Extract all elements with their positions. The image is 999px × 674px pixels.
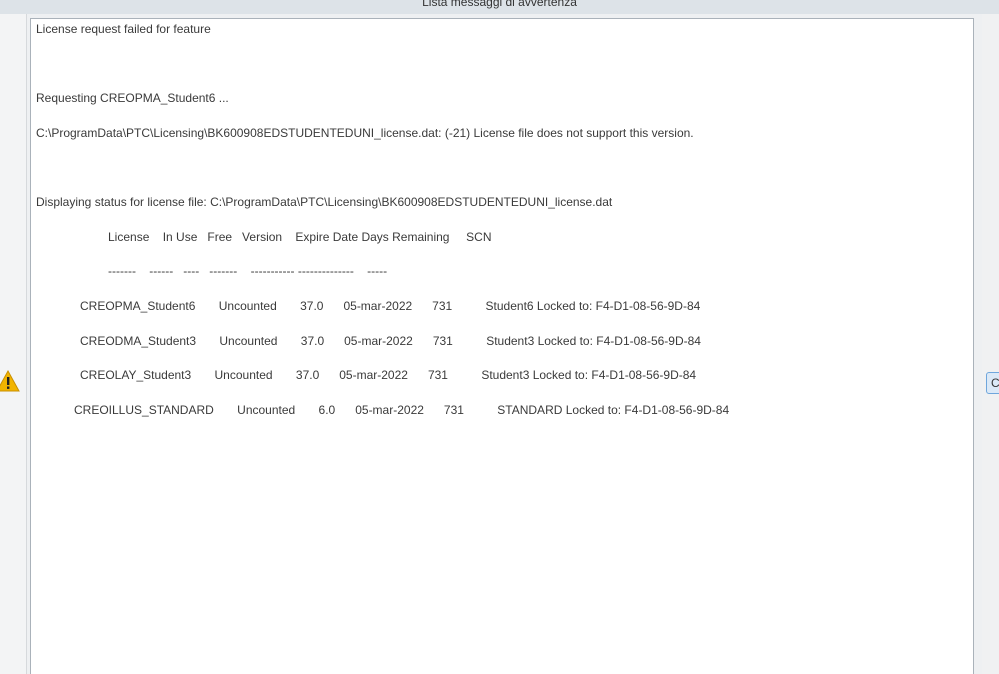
right-gutter: [982, 14, 999, 674]
message-line: License request failed for feature: [36, 22, 211, 36]
license-row: CREODMA_Student3 Uncounted 37.0 05-mar-2…: [80, 334, 701, 348]
status-table-header: License In Use Free Version Expire Date …: [108, 230, 492, 244]
message-line: C:\ProgramData\PTC\Licensing\BK600908EDS…: [36, 126, 694, 140]
close-button[interactable]: C: [986, 372, 999, 394]
message-line: Displaying status for license file: C:\P…: [36, 195, 613, 209]
warning-triangle-icon: [0, 369, 20, 392]
license-row: CREOLAY_Student3 Uncounted 37.0 05-mar-2…: [80, 368, 697, 382]
license-row: CREOILLUS_STANDARD Uncounted 6.0 05-mar-…: [74, 403, 730, 417]
message-line: Requesting CREOPMA_Student6 ...: [36, 91, 229, 105]
left-gutter: [0, 14, 27, 674]
dialog-title: Lista messaggi di avvertenza: [422, 0, 577, 9]
license-row: CREOPMA_Student6 Uncounted 37.0 05-mar-2…: [80, 299, 701, 313]
dialog-titlebar: Lista messaggi di avvertenza: [0, 0, 999, 14]
status-table-separator: ------- ------ ---- ------- ----------- …: [108, 264, 388, 278]
